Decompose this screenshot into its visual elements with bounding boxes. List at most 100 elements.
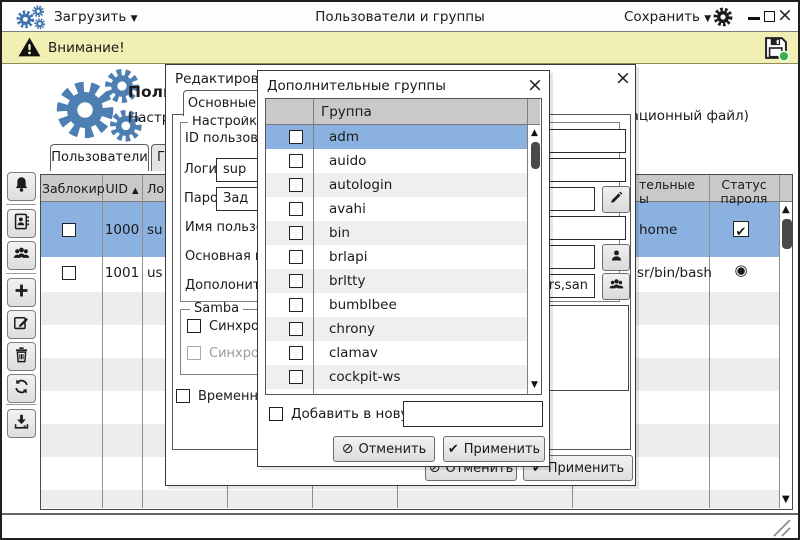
person-icon bbox=[608, 247, 625, 268]
chevron-down-icon: ▼ bbox=[704, 14, 711, 24]
scrollbar-thumb[interactable] bbox=[531, 142, 540, 169]
grid-line bbox=[313, 99, 314, 394]
pick-group-button[interactable] bbox=[602, 244, 630, 271]
toolbar-separator bbox=[6, 204, 36, 205]
group-checkbox[interactable] bbox=[289, 250, 303, 264]
settings-gear-icon[interactable] bbox=[713, 7, 733, 31]
minimize-button[interactable] bbox=[748, 17, 760, 20]
group-checkbox[interactable] bbox=[289, 370, 303, 384]
row-uid: 1001 bbox=[102, 265, 142, 281]
row-path: home bbox=[639, 222, 677, 238]
group-row[interactable]: bin bbox=[266, 221, 527, 245]
sort-asc-icon: ▲ bbox=[132, 186, 139, 196]
cancel-button[interactable]: ⊘Отменить bbox=[333, 436, 435, 462]
row-locked-checkbox[interactable] bbox=[62, 266, 76, 280]
grid-line bbox=[709, 175, 710, 508]
group-checkbox[interactable] bbox=[289, 274, 303, 288]
group-row[interactable]: brlapi bbox=[266, 245, 527, 269]
resize-grip[interactable] bbox=[770, 519, 792, 540]
col-header-locked[interactable]: Заблокир bbox=[42, 181, 102, 197]
toolbar-separator bbox=[6, 404, 36, 405]
group-checkbox[interactable] bbox=[289, 130, 303, 144]
people-icon bbox=[608, 276, 625, 297]
samba-sync2-checkbox-disabled bbox=[187, 346, 201, 360]
password-status-radio[interactable]: ◉ bbox=[733, 262, 749, 278]
grid-line bbox=[527, 99, 528, 394]
tab-users[interactable]: Пользователи bbox=[50, 144, 149, 171]
delete-button[interactable] bbox=[7, 342, 36, 371]
app-window: Загрузить ▼ Пользователи и группы Сохран… bbox=[0, 0, 800, 540]
add-new-checkbox[interactable] bbox=[269, 407, 283, 421]
close-button[interactable]: × bbox=[777, 6, 793, 25]
group-checkbox[interactable] bbox=[289, 226, 303, 240]
tab-general[interactable]: Основные bbox=[183, 90, 261, 116]
page-subtitle-fragment: Настр bbox=[128, 110, 170, 126]
group-column-header: Группа bbox=[321, 104, 372, 120]
scrollbar-thumb[interactable] bbox=[782, 219, 792, 249]
col-header-uid[interactable]: UID ▲ bbox=[102, 181, 142, 199]
cancel-icon: ⊘ bbox=[342, 441, 354, 457]
additional-groups-dialog: Дополнительные группы × Группа adm auido… bbox=[257, 70, 550, 467]
address-book-button[interactable] bbox=[7, 209, 36, 238]
group-checkbox[interactable] bbox=[289, 178, 303, 192]
warning-bar: Внимание! bbox=[2, 32, 798, 64]
maximize-button[interactable] bbox=[764, 11, 775, 22]
address-book-icon bbox=[12, 212, 31, 235]
col-header-login[interactable]: Ло bbox=[147, 181, 164, 197]
password-status-checked[interactable]: ✔ bbox=[733, 221, 749, 237]
group-row-selected[interactable]: adm bbox=[266, 125, 527, 149]
refresh-button[interactable] bbox=[7, 374, 36, 403]
scroll-up-icon[interactable]: ▲ bbox=[782, 205, 790, 215]
app-logo-gears bbox=[52, 68, 156, 150]
group-row[interactable]: clamav bbox=[266, 341, 527, 365]
scroll-up-icon[interactable]: ▲ bbox=[531, 128, 538, 138]
row-login: su bbox=[147, 222, 163, 238]
titlebar: Загрузить ▼ Пользователи и группы Сохран… bbox=[2, 2, 798, 32]
download-icon bbox=[12, 412, 31, 435]
group-row[interactable]: cockpit-ws bbox=[266, 365, 527, 389]
group-checkbox[interactable] bbox=[289, 202, 303, 216]
edit-pencil-icon bbox=[12, 313, 31, 336]
pick-groups-button[interactable] bbox=[602, 273, 630, 300]
import-button[interactable] bbox=[7, 409, 36, 438]
row-path: sr/bin/bash bbox=[637, 265, 712, 281]
group-row[interactable]: chrony bbox=[266, 317, 527, 341]
apply-button[interactable]: ✔Применить bbox=[443, 436, 545, 462]
col-header-status-line2[interactable]: пароля bbox=[709, 191, 779, 207]
samba-sync-checkbox[interactable] bbox=[187, 319, 201, 333]
group-checkbox[interactable] bbox=[289, 154, 303, 168]
save-button[interactable]: Сохранить ▼ bbox=[624, 2, 711, 34]
edit-button[interactable] bbox=[7, 310, 36, 339]
group-checkbox[interactable] bbox=[289, 346, 303, 360]
add-new-input[interactable] bbox=[403, 401, 543, 427]
group-row[interactable]: auido bbox=[266, 149, 527, 173]
scroll-down-icon[interactable]: ▼ bbox=[782, 495, 790, 505]
warning-text: Внимание! bbox=[48, 33, 125, 63]
close-icon[interactable]: × bbox=[615, 69, 631, 88]
samba-legend: Samba bbox=[190, 302, 243, 316]
bell-icon bbox=[12, 175, 31, 198]
add-button[interactable] bbox=[7, 278, 36, 307]
group-checkbox[interactable] bbox=[289, 298, 303, 312]
user-groups-button[interactable] bbox=[7, 241, 36, 270]
row-locked-checkbox[interactable] bbox=[62, 223, 76, 237]
group-row[interactable]: bumblbee bbox=[266, 293, 527, 317]
group-row[interactable]: brltty bbox=[266, 269, 527, 293]
page-subtitle-right-fragment: рационный файл) bbox=[622, 108, 749, 124]
temporary-checkbox[interactable] bbox=[176, 389, 190, 403]
group-row[interactable]: avahi bbox=[266, 197, 527, 221]
row-login: us bbox=[147, 265, 163, 281]
row-uid: 1000 bbox=[102, 222, 142, 238]
scroll-down-icon[interactable]: ▼ bbox=[531, 380, 538, 390]
groups-table-header bbox=[266, 99, 540, 125]
group-row[interactable]: autologin bbox=[266, 173, 527, 197]
notifications-button[interactable] bbox=[7, 172, 36, 201]
group-checkbox[interactable] bbox=[289, 322, 303, 336]
save-file-icon[interactable] bbox=[762, 34, 790, 66]
toolbar-separator bbox=[6, 273, 36, 274]
edit-password-button[interactable] bbox=[602, 186, 630, 213]
people-icon bbox=[12, 244, 31, 267]
close-icon[interactable]: × bbox=[527, 76, 543, 95]
col-header-extra-line2[interactable]: ы bbox=[639, 191, 649, 207]
check-icon: ✔ bbox=[448, 442, 459, 457]
